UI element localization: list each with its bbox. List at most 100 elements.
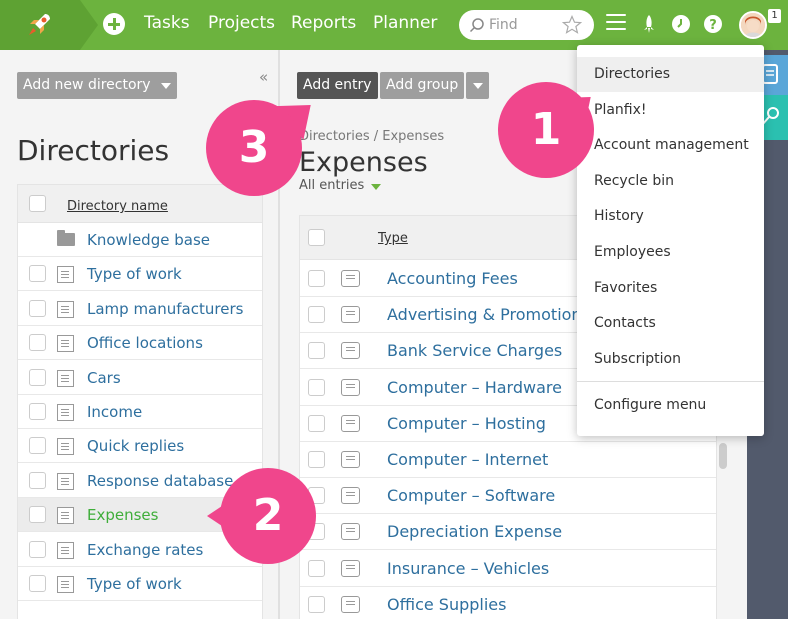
select-all-checkbox[interactable] [29,195,46,212]
menu-item-planfix[interactable]: Planfix! [577,93,764,128]
directory-list-item[interactable]: Knowledge base [18,223,262,257]
entry-type-link[interactable]: Bank Service Charges [387,341,562,360]
row-checkbox[interactable] [308,378,325,396]
add-new-directory-button[interactable]: Add new directory [17,72,157,99]
entry-card-icon[interactable] [341,378,360,396]
rocket-logo-icon[interactable] [24,10,54,40]
entry-type-link[interactable]: Computer – Internet [387,450,548,469]
entry-type-link[interactable]: Insurance – Vehicles [387,559,549,578]
row-checkbox[interactable] [29,299,46,317]
directory-name-link[interactable]: Type of work [87,265,182,283]
menu-item-favorites[interactable]: Favorites [577,271,764,306]
menu-item-configure-menu[interactable]: Configure menu [577,388,764,423]
directory-name-link[interactable]: Type of work [87,575,182,593]
search-box[interactable] [459,10,594,40]
menu-item-history[interactable]: History [577,199,764,234]
menu-item-directories[interactable]: Directories [577,57,764,92]
filter-dropdown-arrow-icon[interactable] [371,184,381,190]
hamburger-menu-icon[interactable] [606,14,626,34]
row-checkbox[interactable] [29,368,46,386]
entry-type-link[interactable]: Office Supplies [387,595,506,614]
directory-list-item[interactable]: Cars [18,360,262,395]
help-icon[interactable]: ? [703,14,723,34]
add-group-dropdown-button[interactable] [466,72,489,99]
directory-list-item[interactable]: Quick replies [18,429,262,464]
entry-card-icon[interactable] [341,595,360,613]
directory-name-link[interactable]: Expenses [87,506,158,524]
add-entry-button[interactable]: Add entry [297,72,378,99]
row-checkbox[interactable] [308,342,325,360]
menu-item-subscription[interactable]: Subscription [577,342,764,377]
nav-tasks[interactable]: Tasks [144,13,190,33]
entry-type-link[interactable]: Depreciation Expense [387,522,562,541]
directory-name-link[interactable]: Income [87,403,142,421]
directory-name-link[interactable]: Response database [87,472,233,490]
menu-item-recycle-bin[interactable]: Recycle bin [577,164,764,199]
row-checkbox[interactable] [29,334,46,352]
row-checkbox[interactable] [308,559,325,577]
table-row[interactable]: Insurance – Vehicles [300,551,716,587]
breadcrumb[interactable]: Directories / Expenses [299,129,444,144]
entry-type-link[interactable]: Computer – Hosting [387,414,546,433]
rocket-icon[interactable] [639,14,659,34]
entry-card-icon[interactable] [341,451,360,468]
directory-name-link[interactable]: Office locations [87,334,203,352]
add-directory-dropdown-button[interactable] [154,72,177,99]
filter-selector[interactable]: All entries [299,178,364,193]
logo-area[interactable] [0,0,80,50]
directory-list-item[interactable]: Lamp manufacturers [18,291,262,326]
nav-planner[interactable]: Planner [373,13,437,33]
entry-type-link[interactable]: Advertising & Promotion [387,305,582,324]
clock-icon[interactable] [671,14,691,34]
user-avatar[interactable] [739,11,767,39]
directory-list-item[interactable]: Type of work [18,257,262,292]
row-checkbox[interactable] [29,403,46,420]
directory-name-link[interactable]: Knowledge base [87,231,210,249]
row-checkbox[interactable] [308,595,325,613]
row-checkbox[interactable] [29,506,46,524]
row-checkbox[interactable] [308,451,325,468]
add-plus-icon[interactable] [103,13,125,35]
row-checkbox[interactable] [29,265,46,283]
directory-list-item[interactable]: Office locations [18,326,262,361]
row-checkbox[interactable] [308,270,325,287]
menu-item-account-management[interactable]: Account management [577,128,764,163]
nav-reports[interactable]: Reports [291,13,356,33]
table-row[interactable]: Computer – Internet [300,442,716,478]
entry-card-icon[interactable] [341,559,360,577]
entry-type-link[interactable]: Computer – Hardware [387,378,562,397]
entry-type-link[interactable]: Computer – Software [387,486,555,505]
row-checkbox[interactable] [29,575,46,592]
table-row[interactable]: Computer – Software [300,478,716,515]
column-header-directory-name[interactable]: Directory name [67,199,168,214]
directory-name-link[interactable]: Exchange rates [87,541,203,559]
menu-item-contacts[interactable]: Contacts [577,306,764,341]
table-row[interactable]: Office Supplies [300,587,716,619]
menu-item-employees[interactable]: Employees [577,235,764,270]
entry-card-icon[interactable] [341,523,360,541]
entry-card-icon[interactable] [341,306,360,324]
row-checkbox[interactable] [29,437,46,455]
entry-card-icon[interactable] [341,342,360,360]
entry-card-icon[interactable] [341,270,360,287]
row-checkbox[interactable] [308,414,325,432]
entries-scrollbar[interactable] [719,443,727,469]
directory-name-link[interactable]: Lamp manufacturers [87,300,243,318]
entry-card-icon[interactable] [341,487,360,505]
collapse-panel-icon[interactable]: « [259,68,268,86]
directory-list-item[interactable]: Income [18,395,262,429]
star-icon[interactable] [562,15,582,35]
directory-name-link[interactable]: Quick replies [87,437,184,455]
entry-type-link[interactable]: Accounting Fees [387,269,518,288]
directory-list-item[interactable]: Type of work [18,567,262,601]
row-checkbox[interactable] [29,540,46,558]
select-all-entries-checkbox[interactable] [308,229,325,246]
entry-card-icon[interactable] [341,414,360,432]
nav-projects[interactable]: Projects [208,13,275,33]
add-group-button[interactable]: Add group [380,72,465,99]
table-row[interactable]: Depreciation Expense [300,514,716,551]
row-checkbox[interactable] [29,471,46,489]
search-input[interactable] [489,15,559,35]
directory-name-link[interactable]: Cars [87,369,121,387]
column-header-type[interactable]: Type [378,231,408,246]
